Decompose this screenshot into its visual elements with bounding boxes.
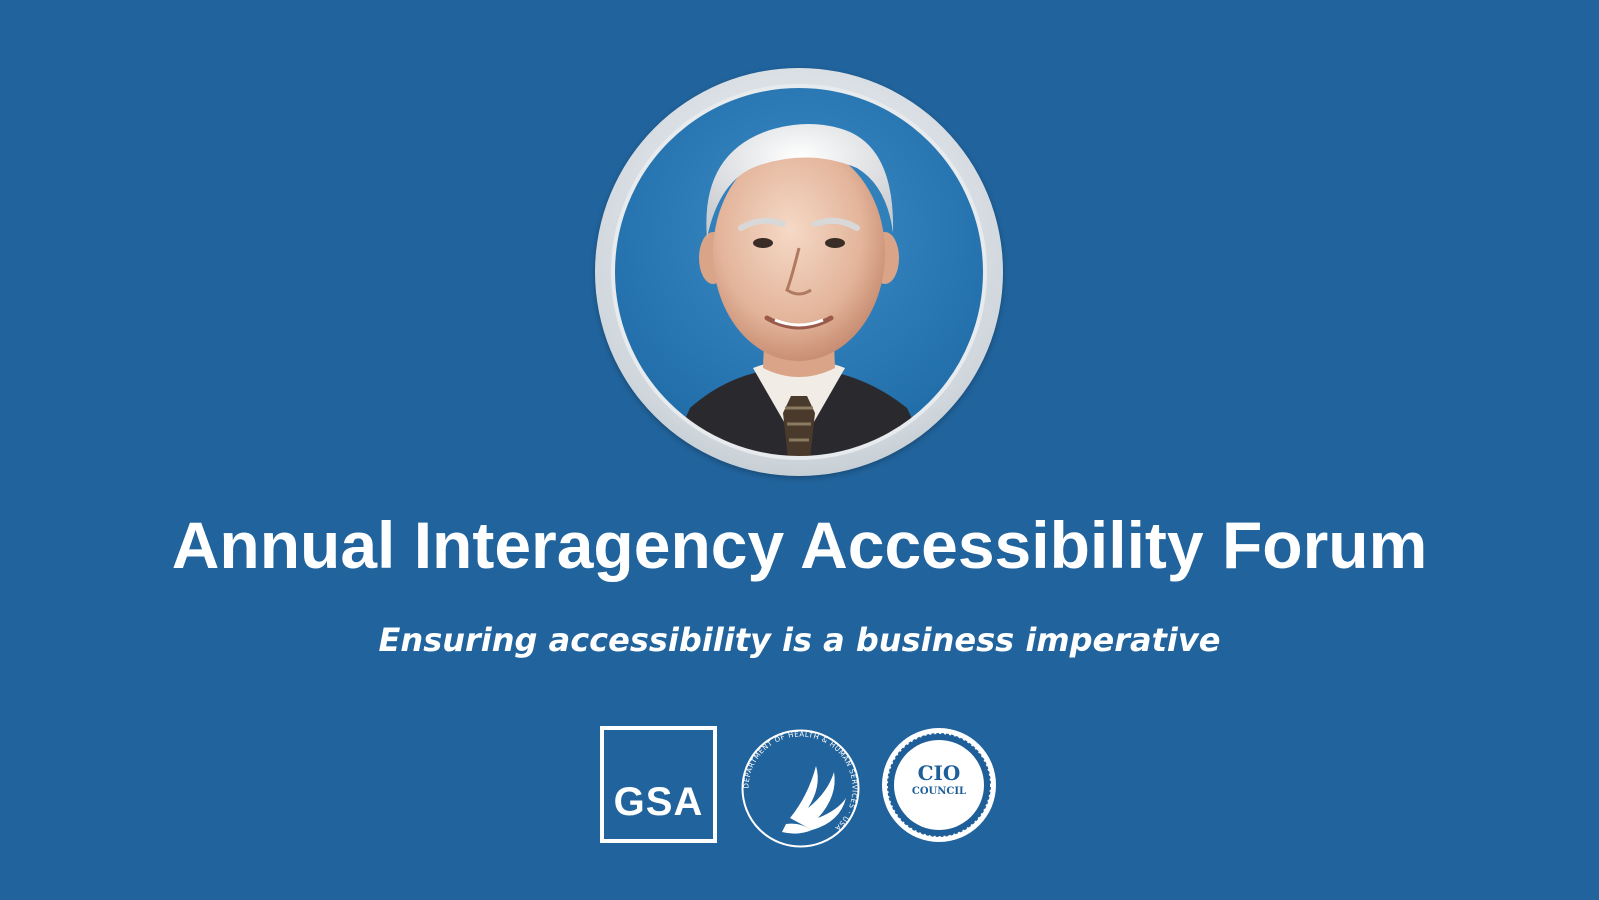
sponsor-logos: GSA DEPARTMENT OF HEALTH & HUMAN SERVICE… bbox=[600, 726, 1000, 848]
cio-seal-line2: COUNCIL bbox=[911, 786, 967, 797]
speaker-portrait-icon bbox=[611, 84, 987, 460]
gsa-logo-text: GSA bbox=[613, 780, 704, 824]
slide: Annual Interagency Accessibility Forum E… bbox=[0, 0, 1599, 900]
cio-council-seal: CIO COUNCIL bbox=[880, 726, 998, 844]
speaker-portrait-frame bbox=[595, 68, 1003, 476]
cio-seal-line1: CIO bbox=[917, 761, 961, 785]
page-title: Annual Interagency Accessibility Forum bbox=[171, 508, 1428, 582]
hhs-seal-icon: DEPARTMENT OF HEALTH & HUMAN SERVICES · … bbox=[738, 726, 863, 851]
page-subtitle: Ensuring accessibility is a business imp… bbox=[378, 621, 1221, 659]
cio-seal-center: CIO COUNCIL bbox=[894, 740, 984, 830]
gsa-logo: GSA bbox=[600, 726, 717, 843]
